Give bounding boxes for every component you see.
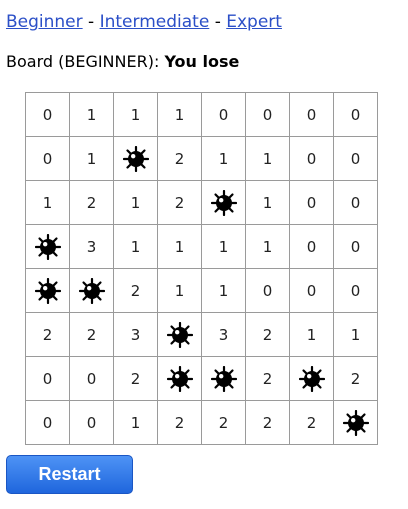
board-cell[interactable]: 0 [69,356,114,401]
board-cell[interactable]: 0 [25,356,70,401]
board-cell[interactable]: 1 [333,312,378,357]
board-cell-mine[interactable] [113,136,158,181]
board-cell[interactable]: 1 [201,224,246,269]
board-cell[interactable]: 0 [333,92,378,137]
board-cell[interactable]: 0 [289,136,334,181]
board-cell[interactable]: 0 [245,92,290,137]
mine-icon [210,189,237,216]
board-cell[interactable]: 0 [289,224,334,269]
board-cell[interactable]: 3 [69,224,114,269]
board-cell[interactable]: 2 [157,400,202,445]
mine-icon [298,365,325,392]
board-cell[interactable]: 1 [157,224,202,269]
board-cell[interactable]: 0 [289,180,334,225]
board-cell[interactable]: 1 [289,312,334,357]
board-cell[interactable]: 0 [333,180,378,225]
board-cell[interactable]: 2 [157,180,202,225]
board-cell[interactable]: 2 [245,356,290,401]
board-cell[interactable]: 2 [157,136,202,181]
board-cell[interactable]: 2 [245,400,290,445]
board-cell[interactable]: 2 [289,400,334,445]
board-cell[interactable]: 1 [69,92,114,137]
board-cell[interactable]: 2 [201,400,246,445]
board-row: 3111100 [25,224,378,269]
board-row: 00222 [25,356,378,401]
board-cell[interactable]: 2 [69,312,114,357]
board-cell[interactable]: 0 [69,400,114,445]
board-cell[interactable]: 0 [201,92,246,137]
board-cell[interactable]: 2 [245,312,290,357]
mine-icon [34,277,61,304]
board-cell[interactable]: 1 [245,180,290,225]
nav-separator: - [214,12,221,32]
board-cell[interactable]: 0 [25,400,70,445]
board-status-label: Board (BEGINNER): [6,52,165,71]
board-cell[interactable]: 3 [113,312,158,357]
board-row: 0012222 [25,400,378,445]
board-cell[interactable]: 1 [245,136,290,181]
board-cell[interactable]: 0 [289,268,334,313]
board-cell[interactable]: 1 [113,92,158,137]
board-cell[interactable]: 2 [113,356,158,401]
board-row: 2233211 [25,312,378,357]
board-cell[interactable]: 1 [69,136,114,181]
mine-icon [342,409,369,436]
mine-icon [122,145,149,172]
board-cell[interactable]: 1 [157,268,202,313]
board-cell[interactable]: 1 [113,180,158,225]
difficulty-nav: Beginner - Intermediate - Expert [6,10,282,34]
board-cell[interactable]: 1 [201,136,246,181]
board-cell-mine[interactable] [157,312,202,357]
game-board: 0111000001211001212100311110021100022332… [25,92,378,445]
board-cell-mine[interactable] [201,180,246,225]
mine-icon [78,277,105,304]
board-cell[interactable]: 2 [333,356,378,401]
mine-icon [34,233,61,260]
intermediate-link[interactable]: Intermediate [100,12,210,32]
board-cell-mine[interactable] [69,268,114,313]
board-row: 1212100 [25,180,378,225]
board-cell[interactable]: 1 [201,268,246,313]
game-result: You lose [164,52,240,71]
board-cell[interactable]: 0 [333,268,378,313]
board-cell[interactable]: 0 [25,92,70,137]
board-cell[interactable]: 0 [289,92,334,137]
board-cell-mine[interactable] [289,356,334,401]
board-cell[interactable]: 1 [25,180,70,225]
board-cell-mine[interactable] [25,268,70,313]
board-cell-mine[interactable] [201,356,246,401]
mine-icon [210,365,237,392]
board-row: 211000 [25,268,378,313]
board-cell-mine[interactable] [333,400,378,445]
board-cell[interactable]: 1 [245,224,290,269]
restart-button[interactable]: Restart [6,455,133,494]
board-cell-mine[interactable] [157,356,202,401]
nav-separator: - [88,12,95,32]
board-cell[interactable]: 2 [113,268,158,313]
board-cell[interactable]: 1 [113,224,158,269]
board-cell[interactable]: 0 [333,224,378,269]
board-cell[interactable]: 0 [245,268,290,313]
board-cell[interactable]: 1 [157,92,202,137]
mine-icon [166,365,193,392]
board-row: 01110000 [25,92,378,137]
beginner-link[interactable]: Beginner [6,12,83,32]
board-cell[interactable]: 0 [25,136,70,181]
mine-icon [166,321,193,348]
board-cell[interactable]: 3 [201,312,246,357]
board-status: Board (BEGINNER): You lose [6,50,239,74]
board-cell[interactable]: 1 [113,400,158,445]
board-cell[interactable]: 2 [69,180,114,225]
board-cell-mine[interactable] [25,224,70,269]
board-row: 0121100 [25,136,378,181]
expert-link[interactable]: Expert [226,12,282,32]
board-cell[interactable]: 2 [25,312,70,357]
board-cell[interactable]: 0 [333,136,378,181]
